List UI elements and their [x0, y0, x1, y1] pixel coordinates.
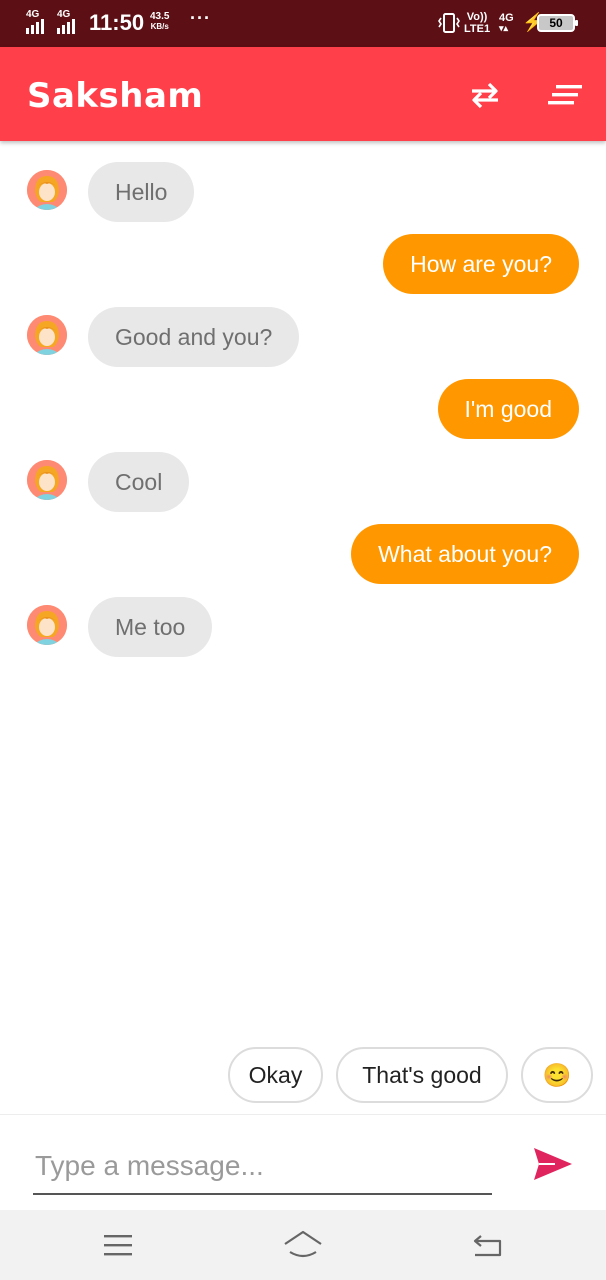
system-nav-bar — [0, 1210, 606, 1280]
network-speed: 43.5 KB/s — [150, 12, 169, 32]
data-activity-arrows-icon: ▾▴ — [499, 23, 509, 33]
battery-level: 50 — [549, 16, 563, 30]
signal-sim2-icon: 4G — [57, 9, 75, 34]
signal-sim1-icon: 4G — [26, 9, 44, 34]
status-bar: 4G 4G 11:50 43.5 KB/s ··· Vo)) LTE1 4G ▾… — [0, 0, 606, 47]
message-row-user: I'm good — [0, 379, 606, 439]
volte-top-label: Vo)) — [466, 11, 488, 23]
bot-message-bubble[interactable]: Good and you? — [88, 307, 300, 367]
message-row-bot: Hello — [0, 162, 606, 222]
bot-message-bubble[interactable]: Me too — [88, 597, 213, 657]
more-notifications-indicator: ··· — [190, 8, 211, 28]
bot-message-bubble[interactable]: Cool — [88, 452, 190, 512]
app-title: Saksham — [27, 76, 204, 116]
vibrate-icon — [438, 13, 460, 33]
bot-avatar — [27, 170, 67, 210]
network-speed-value: 43.5 — [150, 11, 170, 22]
back-icon[interactable] — [467, 1228, 507, 1262]
message-list[interactable]: Hello How are you? Good and you? I'm goo… — [0, 141, 606, 1041]
bot-avatar — [27, 460, 67, 500]
user-message-bubble[interactable]: What about you? — [351, 524, 579, 584]
send-icon[interactable] — [533, 1147, 573, 1181]
message-row-bot: Me too — [0, 597, 606, 657]
message-row-user: How are you? — [0, 234, 606, 294]
volte-bottom-label: LTE1 — [464, 23, 491, 35]
status-time: 11:50 — [89, 10, 145, 35]
bot-avatar — [27, 315, 67, 355]
user-message-bubble[interactable]: I'm good — [437, 379, 579, 439]
message-input[interactable] — [33, 1139, 492, 1195]
message-row-bot: Good and you? — [0, 307, 606, 367]
data-network-icon: 4G ▾▴ — [499, 12, 514, 33]
menu-icon[interactable] — [98, 1228, 138, 1262]
message-row-bot: Cool — [0, 452, 606, 512]
sim1-network-label: 4G — [26, 9, 40, 20]
home-icon[interactable] — [283, 1228, 323, 1262]
bot-avatar — [27, 605, 67, 645]
battery-icon: 50 — [537, 14, 578, 32]
suggestion-chip-okay[interactable]: Okay — [228, 1047, 323, 1103]
suggestion-chip-thats-good[interactable]: That's good — [336, 1047, 508, 1103]
network-speed-unit: KB/s — [150, 22, 169, 31]
bot-message-bubble[interactable]: Hello — [88, 162, 195, 222]
swap-arrows-icon[interactable] — [468, 81, 502, 109]
message-composer — [0, 1114, 606, 1210]
app-bar: Saksham — [0, 47, 606, 141]
sort-menu-icon[interactable] — [548, 83, 582, 107]
chat-screen: 4G 4G 11:50 43.5 KB/s ··· Vo)) LTE1 4G ▾… — [0, 0, 606, 1280]
user-message-bubble[interactable]: How are you? — [383, 234, 579, 294]
message-row-user: What about you? — [0, 524, 606, 584]
suggestion-chip-emoji[interactable]: 😊 — [521, 1047, 593, 1103]
sim2-network-label: 4G — [57, 9, 71, 20]
volte-indicator: Vo)) LTE1 — [464, 11, 490, 35]
